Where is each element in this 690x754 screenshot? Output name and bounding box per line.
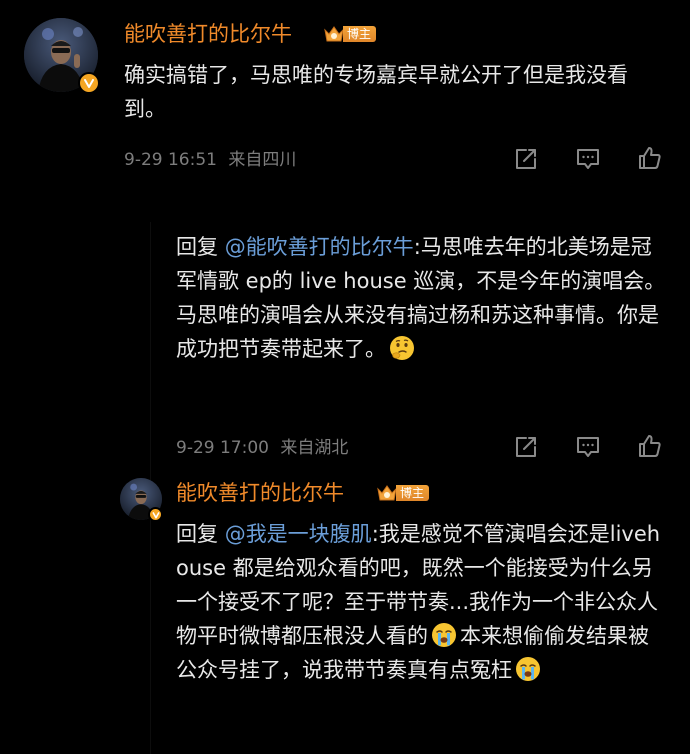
reply-prefix: 回复 <box>176 522 225 546</box>
thinking-emoji-icon <box>390 336 414 360</box>
reply-location: 来自湖北 <box>280 438 349 458</box>
crown-icon <box>324 26 344 42</box>
like-icon[interactable] <box>636 432 664 460</box>
comment-icon[interactable] <box>574 145 602 173</box>
blogger-badge-label: 博主 <box>396 485 430 501</box>
username[interactable]: 能吹善打的比尔牛 <box>124 20 292 48</box>
mention-link[interactable]: @我是一块腹肌 <box>225 522 372 546</box>
reply-meta: 9-29 17:00 来自湖北 <box>176 437 348 459</box>
mention-link[interactable]: @能吹善打的比尔牛 <box>225 235 414 259</box>
blogger-badge: 博主 <box>323 24 377 44</box>
reply-text: 回复 @我是一块腹肌:我是感觉不管演唱会还是livehouse 都是给观众看的吧… <box>176 517 666 687</box>
crying-emoji-icon <box>432 623 456 647</box>
like-icon[interactable] <box>636 144 664 172</box>
verified-badge-icon <box>78 72 100 94</box>
comment-icon[interactable] <box>574 433 602 461</box>
share-icon[interactable] <box>512 433 540 461</box>
comment-meta: 9-29 16:51 来自四川 <box>124 149 296 171</box>
reply-time: 9-29 17:00 <box>176 438 269 458</box>
verified-badge-icon <box>148 507 163 522</box>
comment-time: 9-29 16:51 <box>124 150 217 170</box>
comment-location: 来自四川 <box>228 150 297 170</box>
crying-emoji-icon <box>516 657 540 681</box>
blogger-badge: 博主 <box>376 483 430 503</box>
comment-text: 确实搞错了，马思唯的专场嘉宾早就公开了但是我没看到。 <box>124 63 628 121</box>
reply-prefix: 回复 <box>176 235 225 259</box>
crown-icon <box>377 485 397 501</box>
blogger-badge-label: 博主 <box>343 26 377 42</box>
username[interactable]: 能吹善打的比尔牛 <box>176 479 344 507</box>
share-icon[interactable] <box>512 145 540 173</box>
reply-text: 回复 @能吹善打的比尔牛:马思唯去年的北美场是冠军情歌 ep的 live hou… <box>176 230 666 366</box>
